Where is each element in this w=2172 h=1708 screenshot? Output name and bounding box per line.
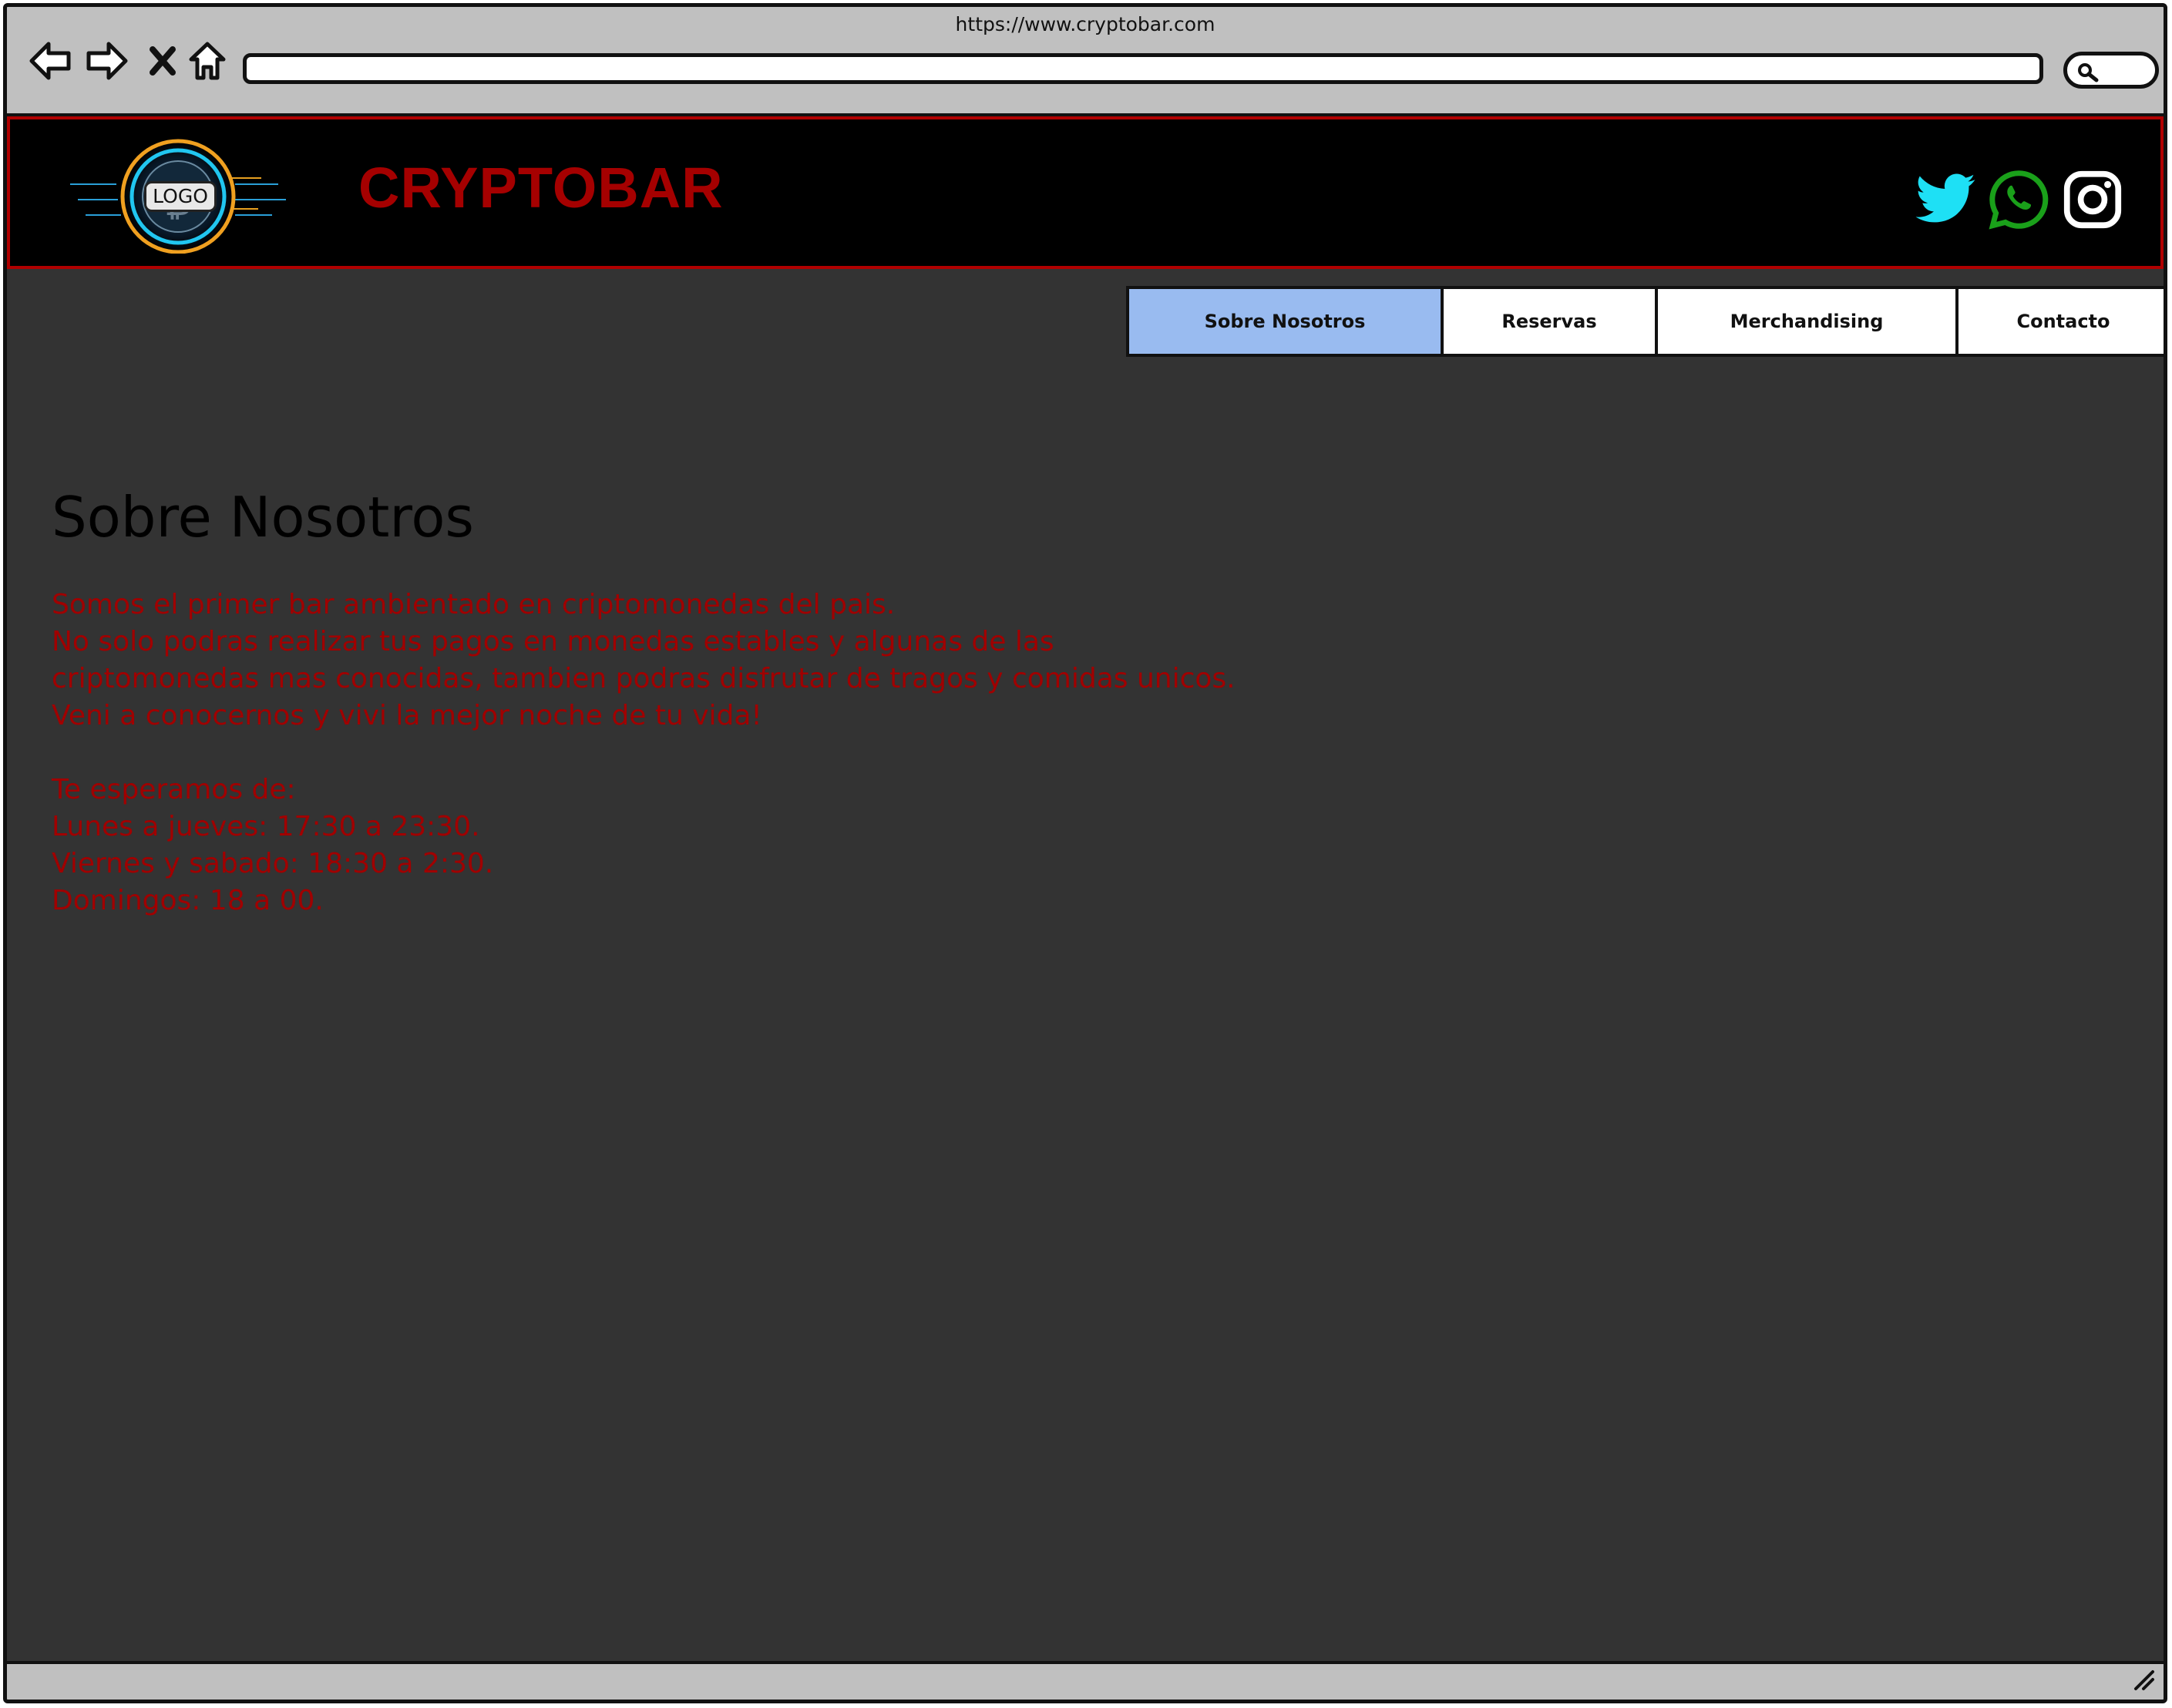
address-bar[interactable] [243,53,2043,84]
tab-sobre-nosotros[interactable]: Sobre Nosotros [1126,286,1444,357]
hours-title: Te esperamos de: [52,774,296,805]
about-line: No solo podras realizar tus pagos en mon… [52,626,1054,657]
forward-arrow-icon[interactable] [82,36,132,86]
tab-merchandising[interactable]: Merchandising [1655,286,1958,357]
hours-line: Domingos: 18 a 00. [52,885,324,916]
page-title: Sobre Nosotros [52,485,474,550]
status-bar [7,1661,2164,1700]
url-caption: https://www.cryptobar.com [955,13,1215,35]
logo-text: LOGO [144,181,217,212]
hours-line: Lunes a jueves: 17:30 a 23:30. [52,811,480,842]
about-line: Somos el primer bar ambientado en cripto… [52,589,896,620]
whatsapp-icon[interactable] [1986,167,2051,232]
about-line: Veni a conocernos y vivi la mejor noche … [52,700,762,731]
twitter-icon[interactable] [1912,167,1977,232]
back-arrow-icon[interactable] [25,36,75,86]
resize-handle-icon[interactable] [2130,1666,2156,1695]
brand-title: CRYPTOBAR [358,156,724,220]
browser-window: https://www.cryptobar.com LOGO CRYPTOBAR… [3,3,2167,1703]
nav-tabs: Sobre Nosotros Reservas Merchandising Co… [1126,286,2164,357]
site-header: ₿ LOGO CRYPTOBAR [7,116,2164,269]
search-icon [2076,62,2100,88]
logo[interactable]: ₿ LOGO [70,138,286,254]
stop-icon[interactable] [138,36,187,86]
home-icon[interactable] [183,36,232,86]
tab-reservas[interactable]: Reservas [1441,286,1658,357]
browser-search-button[interactable] [2063,52,2159,89]
browser-toolbar: https://www.cryptobar.com [7,7,2164,116]
tab-contacto[interactable]: Contacto [1955,286,2164,357]
instagram-icon[interactable] [2060,167,2125,232]
about-text: Somos el primer bar ambientado en cripto… [52,587,1236,920]
hours-line: Viernes y sabado: 18:30 a 2:30. [52,848,494,879]
about-line: criptomonedas mas conocidas, tambien pod… [52,663,1236,694]
